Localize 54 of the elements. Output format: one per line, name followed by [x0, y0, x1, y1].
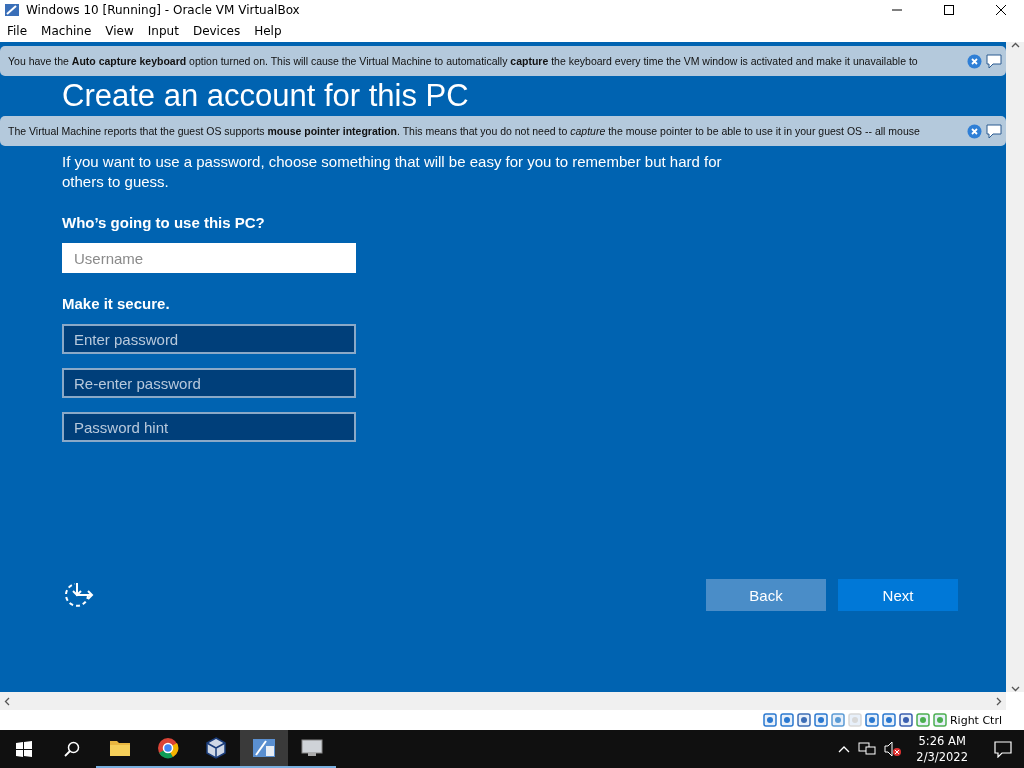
round-logo-icon	[157, 737, 179, 759]
device-icon[interactable]	[796, 713, 811, 727]
next-button[interactable]: Next	[838, 579, 958, 611]
speech-bubble-icon[interactable]	[986, 123, 1002, 139]
monitor-icon	[300, 738, 324, 758]
chevron-left-icon[interactable]	[4, 696, 10, 706]
search-icon	[64, 741, 80, 757]
device-icon[interactable]	[915, 713, 930, 727]
menu-item[interactable]: Machine	[34, 24, 99, 38]
chevron-right-icon[interactable]	[996, 696, 1002, 706]
text-field[interactable]: Password hint	[62, 412, 356, 442]
cube-icon	[205, 737, 227, 759]
menu-item[interactable]: Devices	[185, 24, 248, 38]
clock[interactable]: 5:26 AM 2/3/2022	[910, 733, 974, 765]
device-icon[interactable]	[864, 713, 879, 727]
device-icon[interactable]	[898, 713, 913, 727]
notification-text: You have the Auto capture keyboard option turned on. This will cause the Virtual Machine to automatically capture the keyboard every time the VM window is activated and make it unavailable to	[8, 55, 919, 67]
close-icon[interactable]	[967, 123, 982, 139]
focused-text-field[interactable]: Username	[62, 243, 356, 273]
vertical-scrollbar[interactable]	[1006, 42, 1024, 692]
device-icon[interactable]	[779, 713, 794, 727]
app-icon	[252, 737, 276, 759]
chevron-up-icon[interactable]	[1010, 42, 1020, 48]
menu-item[interactable]: Help	[247, 24, 289, 38]
host-key-label: Right Ctrl	[949, 713, 1002, 727]
page-title: Create an account for this PC	[62, 78, 469, 114]
maximize-icon	[944, 5, 954, 15]
menu-item[interactable]: View	[98, 24, 141, 38]
section-heading: Make it secure.	[62, 295, 171, 312]
section-heading: Who’s going to use this PC?	[62, 214, 266, 231]
network-icon[interactable]	[858, 741, 877, 757]
speech-bubble-icon[interactable]	[986, 53, 1002, 69]
horizontal-scrollbar[interactable]	[0, 692, 1006, 710]
close-icon[interactable]	[967, 53, 982, 69]
app-logo-icon	[4, 3, 20, 17]
text-field[interactable]: Enter password	[62, 324, 356, 354]
text-field[interactable]: Re-enter password	[62, 368, 356, 398]
taskbar-app-button[interactable]	[240, 730, 288, 768]
windows-logo-icon	[16, 741, 32, 757]
chevron-down-icon[interactable]	[1010, 686, 1020, 692]
notification-text: The Virtual Machine reports that the guest OS supports mouse pointer integration. This means that you do not need to capture the mouse pointer to be able to use it in your guest OS -- all mouse	[8, 125, 921, 137]
device-icon[interactable]	[830, 713, 845, 727]
window-title: Windows 10 [Running] - Oracle VM VirtualBox	[26, 3, 301, 17]
device-icon[interactable]	[881, 713, 896, 727]
device-icon[interactable]	[932, 713, 947, 727]
folder-icon	[109, 739, 131, 757]
description-text: If you want to use a password, choose something that will be easy for you to remember but hard for others to guess.	[62, 152, 723, 192]
device-icon[interactable]	[813, 713, 828, 727]
close-icon	[996, 5, 1006, 15]
menu-item[interactable]: Input	[140, 24, 186, 38]
device-icon[interactable]	[762, 713, 777, 727]
speaker-muted-icon[interactable]	[884, 741, 903, 757]
back-button[interactable]: Back	[706, 579, 826, 611]
menu-item[interactable]: File	[0, 24, 35, 38]
